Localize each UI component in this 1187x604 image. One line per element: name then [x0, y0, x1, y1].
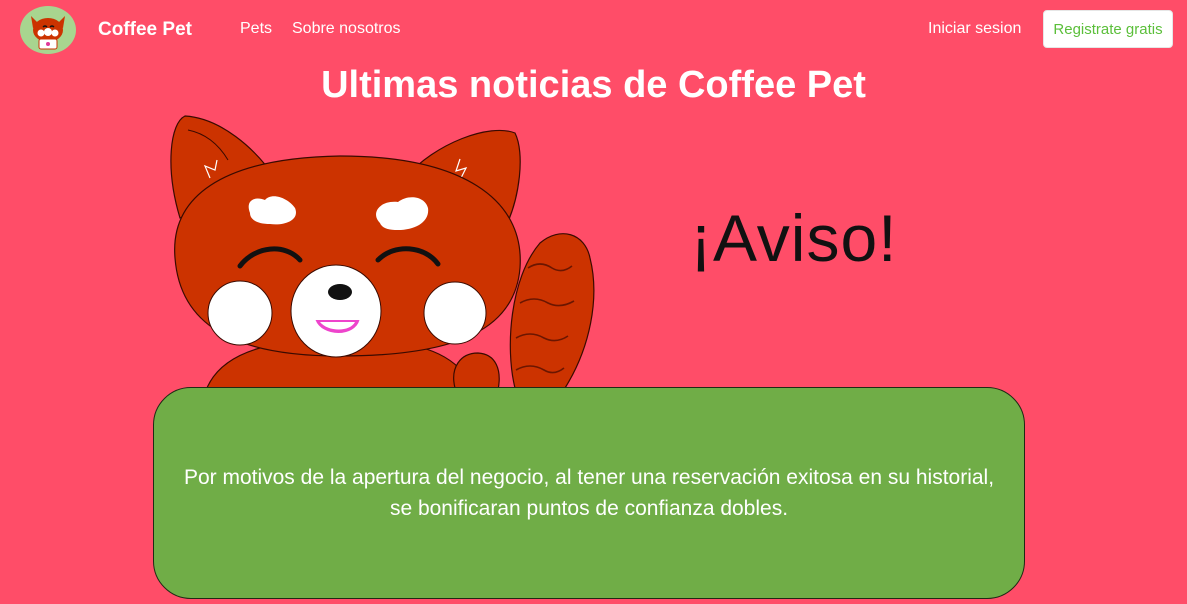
page-title: Ultimas noticias de Coffee Pet	[321, 64, 866, 106]
login-link[interactable]: Iniciar sesion	[928, 20, 1021, 38]
nav-link-about[interactable]: Sobre nosotros	[292, 20, 401, 38]
logo-icon[interactable]	[19, 6, 77, 54]
notice-text: Por motivos de la apertura del negocio, …	[183, 466, 995, 520]
notice-card: Por motivos de la apertura del negocio, …	[153, 387, 1025, 599]
notice-heading: ¡Aviso!	[690, 201, 898, 275]
navbar: Coffee Pet Pets Sobre nosotros Iniciar s…	[0, 0, 1187, 60]
nav-link-pets[interactable]: Pets	[240, 20, 272, 38]
red-panda-mascot	[160, 108, 600, 398]
brand-name[interactable]: Coffee Pet	[98, 19, 192, 41]
signup-button[interactable]: Registrate gratis	[1043, 10, 1173, 48]
